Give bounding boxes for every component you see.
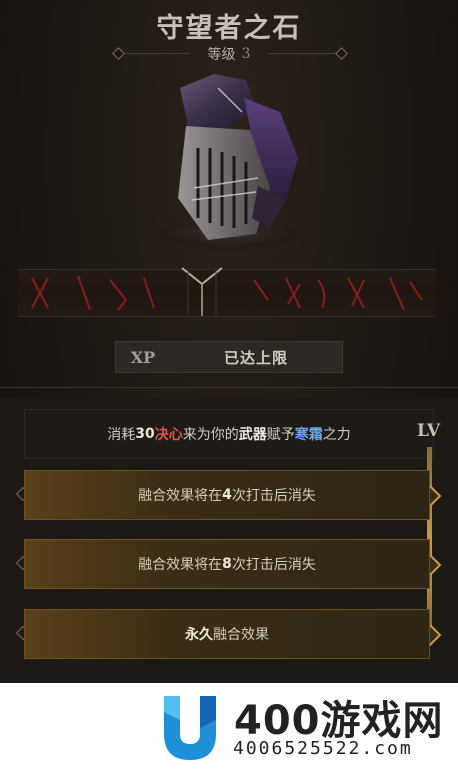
tier-3-after: 融合效果 xyxy=(213,627,269,643)
effect-description: 消耗 30 决心 来为你的 武器 赋予 寒霜 之力 xyxy=(24,409,434,459)
item-title: 守望者之石 xyxy=(156,13,302,44)
level-value: 3 xyxy=(241,46,251,62)
effect-amount: 30 xyxy=(135,426,155,442)
xp-label: XP xyxy=(130,347,156,367)
tier-1-after: 次打击后消失 xyxy=(231,488,316,504)
effect-target: 武器 xyxy=(238,427,267,443)
xp-status-bar: XP 已达上限 xyxy=(115,341,343,373)
level-row: 等级 3 xyxy=(0,44,458,64)
lv-label: LV xyxy=(417,421,441,441)
tier-row-1: 融合效果将在 4 次打击后消失 xyxy=(24,470,430,520)
watermark-logo-icon xyxy=(158,690,222,764)
effect-suffix: 之力 xyxy=(322,427,351,443)
effect-middle2: 赋予 xyxy=(266,427,295,443)
rune-band xyxy=(18,269,436,317)
section-divider xyxy=(0,387,458,388)
effect-element: 寒霜 xyxy=(294,427,323,443)
tier-3-num: 永久 xyxy=(185,627,213,643)
rune-socket[interactable] xyxy=(178,262,226,320)
tier-row-3: 永久 融合效果 xyxy=(24,609,430,659)
tier-1-before: 融合效果将在 xyxy=(138,488,223,504)
tier-row-2: 融合效果将在 8 次打击后消失 xyxy=(24,539,430,589)
tier-2-before: 融合效果将在 xyxy=(138,557,223,573)
watcher-stone-image xyxy=(158,68,306,250)
effect-middle: 来为你的 xyxy=(182,427,239,443)
watermark-phone: 4006525522.com xyxy=(233,738,413,759)
xp-status: 已达上限 xyxy=(223,348,288,367)
effect-resource: 决心 xyxy=(154,427,183,443)
tier-2-num: 8 xyxy=(222,556,232,572)
level-label: 等级 xyxy=(207,47,236,63)
tier-2-after: 次打击后消失 xyxy=(231,557,316,573)
effect-prefix: 消耗 xyxy=(107,427,136,443)
tier-1-num: 4 xyxy=(222,487,232,503)
